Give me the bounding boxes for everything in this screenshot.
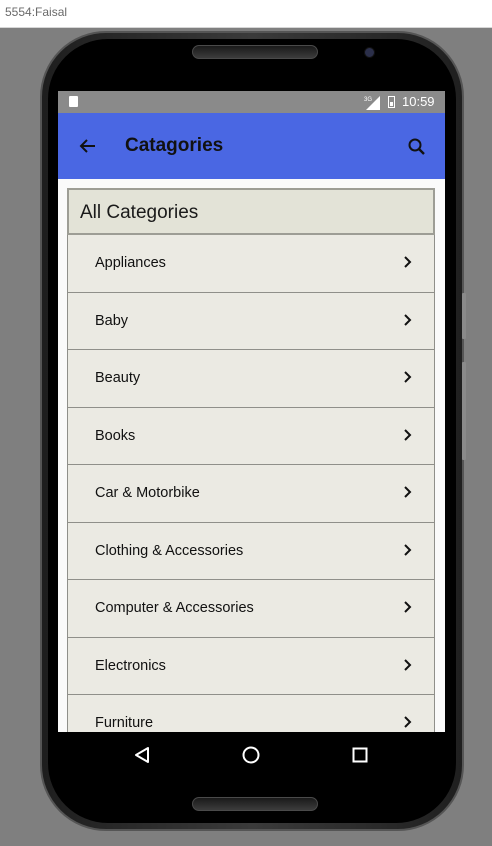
chevron-right-icon bbox=[404, 371, 412, 383]
category-item-computer-accessories[interactable]: Computer & Accessories bbox=[67, 580, 435, 638]
category-label: Furniture bbox=[95, 715, 154, 731]
bottom-speaker bbox=[192, 797, 318, 811]
device-screen: 3G 10:59 Catagories All Categories Appli… bbox=[58, 91, 445, 779]
category-label: Beauty bbox=[95, 370, 141, 386]
category-item-clothing-accessories[interactable]: Clothing & Accessories bbox=[67, 522, 435, 580]
square-recent-icon[interactable] bbox=[352, 747, 368, 763]
category-label: Electronics bbox=[95, 657, 166, 674]
status-bar: 3G 10:59 bbox=[58, 91, 445, 113]
emulator-window-titlebar: 5554:Faisal bbox=[0, 0, 492, 28]
category-list: Appliances Baby Beauty Books Car & Motor… bbox=[67, 235, 435, 753]
category-item-beauty[interactable]: Beauty bbox=[67, 350, 435, 408]
category-label: Baby bbox=[95, 312, 129, 329]
front-camera bbox=[364, 47, 375, 58]
category-item-books[interactable]: Books bbox=[67, 407, 435, 465]
category-item-appliances[interactable]: Appliances bbox=[67, 235, 435, 293]
categories-card: All Categories Appliances Baby Beauty Bo… bbox=[67, 188, 435, 779]
chevron-right-icon bbox=[404, 658, 412, 671]
category-label: Books bbox=[95, 427, 136, 444]
arrow-left-icon bbox=[79, 139, 95, 153]
chevron-right-icon bbox=[404, 428, 412, 441]
chevron-right-icon bbox=[404, 543, 412, 556]
search-icon bbox=[408, 138, 425, 155]
category-label: Clothing & Accessories bbox=[95, 542, 244, 559]
window-title: 5554:Faisal bbox=[5, 5, 68, 19]
chevron-right-icon bbox=[404, 313, 412, 326]
chevron-right-icon bbox=[404, 486, 412, 498]
category-item-car-motorbike[interactable]: Car & Motorbike bbox=[67, 465, 435, 523]
category-item-baby[interactable]: Baby bbox=[67, 292, 435, 350]
category-label: Appliances bbox=[95, 255, 166, 271]
power-button[interactable] bbox=[462, 362, 466, 460]
status-time: 10:59 bbox=[402, 94, 435, 109]
card-header: All Categories bbox=[67, 188, 435, 235]
chevron-right-icon bbox=[404, 716, 412, 728]
sd-card-icon bbox=[69, 96, 78, 107]
chevron-right-icon bbox=[404, 601, 412, 613]
triangle-back-icon[interactable] bbox=[132, 745, 152, 765]
back-button[interactable] bbox=[75, 133, 101, 159]
search-button[interactable] bbox=[402, 132, 432, 162]
earpiece-speaker bbox=[192, 45, 318, 59]
category-label: Computer & Accessories bbox=[95, 600, 254, 616]
battery-icon bbox=[388, 96, 395, 108]
signal-3g-icon: 3G bbox=[364, 96, 380, 110]
volume-button[interactable] bbox=[462, 293, 466, 339]
system-nav-bar bbox=[58, 732, 445, 779]
card-header-title: All Categories bbox=[80, 202, 199, 223]
app-bar: Catagories bbox=[58, 113, 445, 179]
page-title: Catagories bbox=[125, 135, 224, 156]
category-item-electronics[interactable]: Electronics bbox=[67, 637, 435, 695]
svg-text:3G: 3G bbox=[364, 97, 372, 103]
circle-home-icon[interactable] bbox=[241, 745, 261, 765]
category-label: Car & Motorbike bbox=[95, 485, 200, 501]
chevron-right-icon bbox=[404, 256, 412, 268]
